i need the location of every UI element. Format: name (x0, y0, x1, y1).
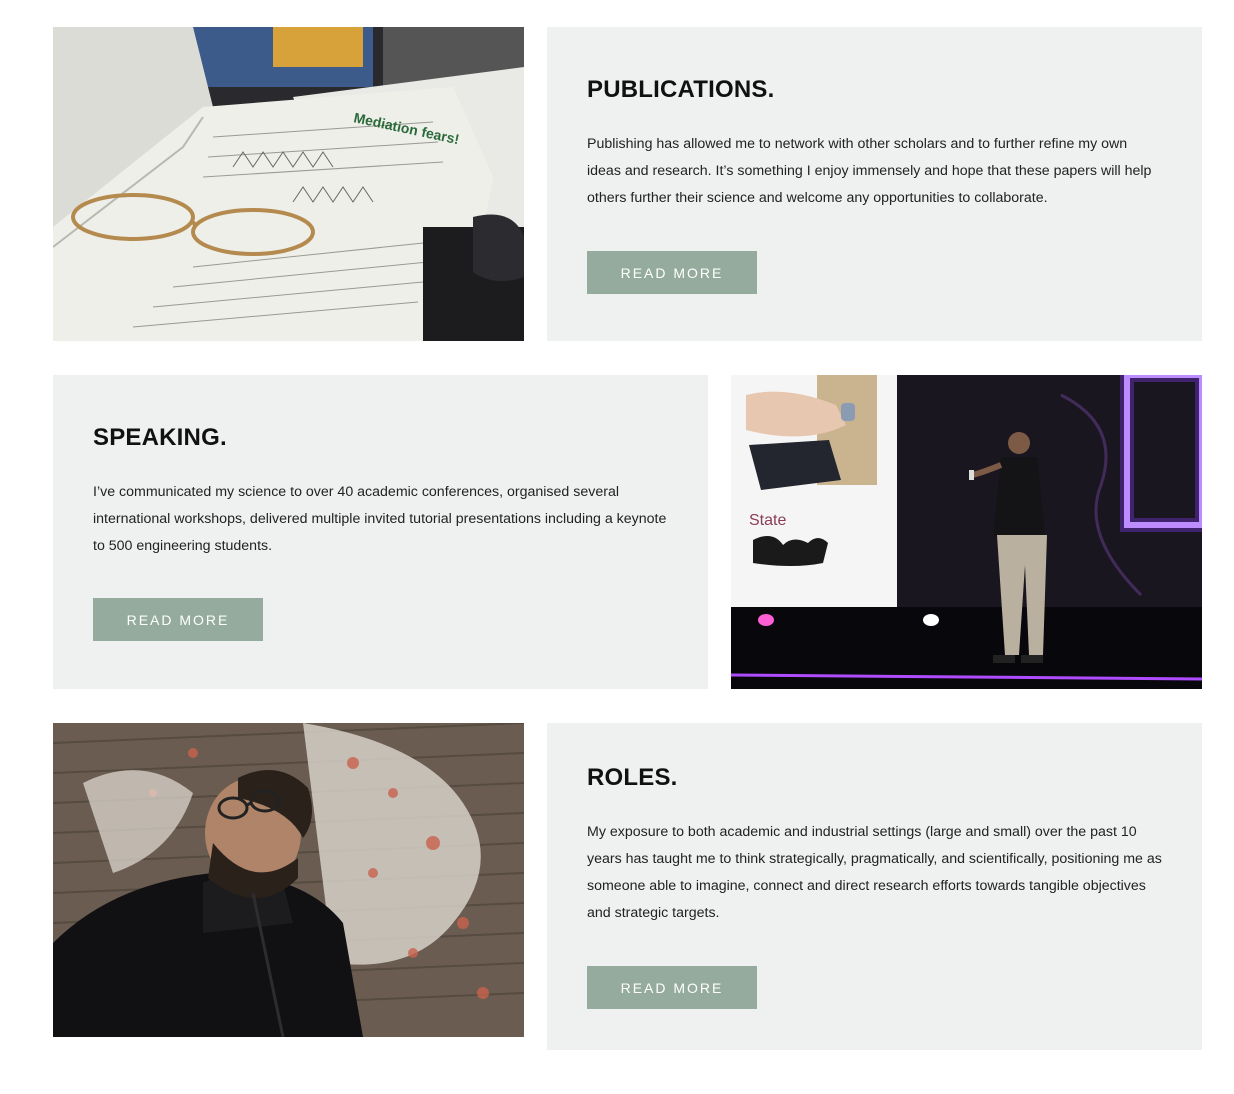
roles-title: ROLES. (587, 764, 678, 791)
speaker-on-stage-image: State (731, 375, 1202, 689)
publications-text: Publishing has allowed me to network wit… (587, 136, 1152, 206)
publications-photo: Mediation fears! (53, 27, 524, 341)
speaking-text: I’ve communicated my science to over 40 … (93, 484, 667, 554)
roles-photo (53, 723, 524, 1037)
page: Mediation fears! PUBLICATIONS. Publishin… (0, 0, 1234, 1094)
roles-card: ROLES. My exposure to both academic and … (547, 723, 1202, 1050)
open-book-glasses-image: Mediation fears! (53, 27, 524, 341)
speaking-title: SPEAKING. (93, 424, 227, 451)
publications-read-more-button[interactable]: READ MORE (587, 251, 757, 294)
speaking-read-more-button[interactable]: READ MORE (93, 598, 263, 641)
speaking-photo: State (731, 375, 1202, 689)
publications-card: PUBLICATIONS. Publishing has allowed me … (547, 27, 1202, 341)
roles-text: My exposure to both academic and industr… (587, 824, 1162, 921)
publications-title: PUBLICATIONS. (587, 76, 775, 103)
roles-read-more-button[interactable]: READ MORE (587, 966, 757, 1009)
portrait-mural-image (53, 723, 524, 1037)
slide-text: State (749, 512, 786, 529)
speaking-card: SPEAKING. I’ve communicated my science t… (53, 375, 708, 689)
